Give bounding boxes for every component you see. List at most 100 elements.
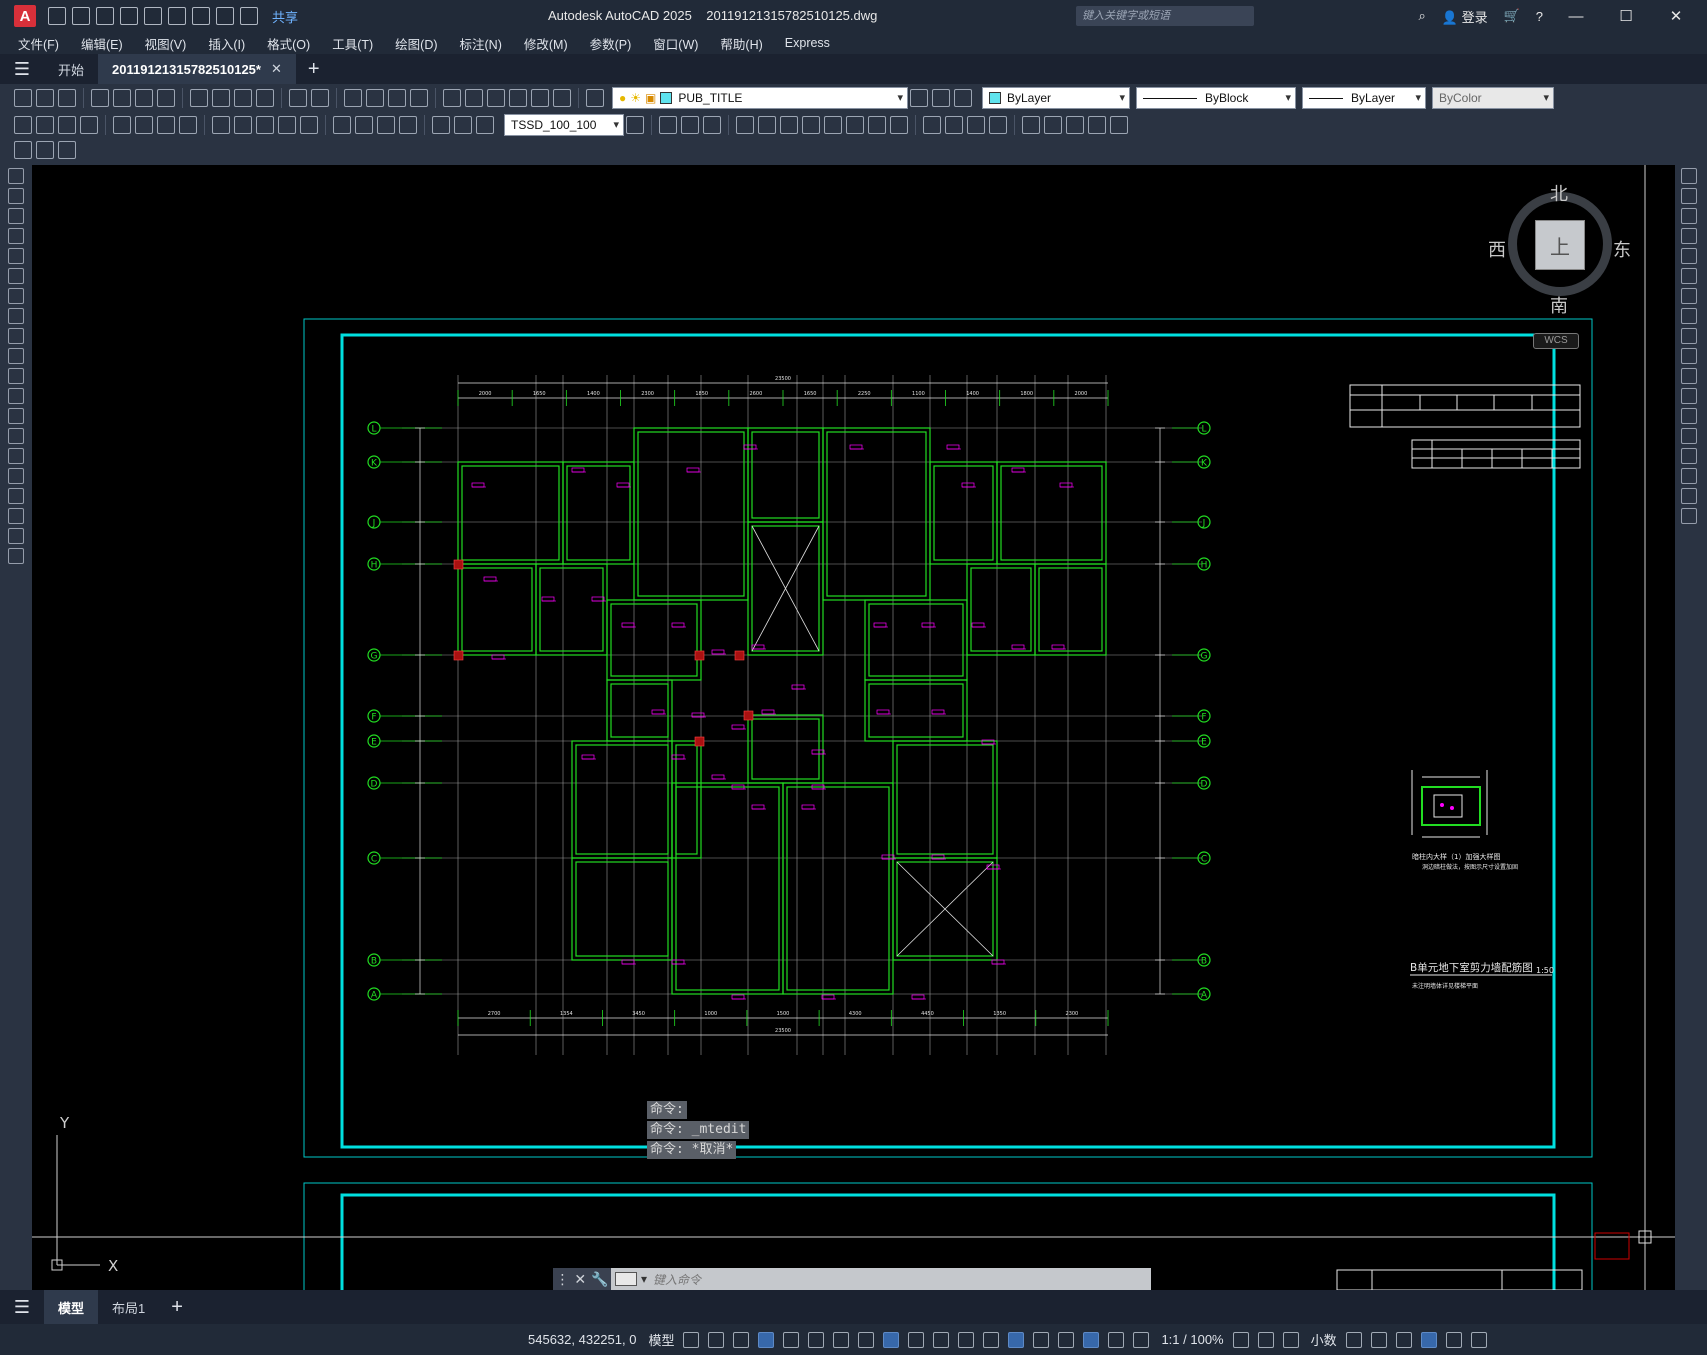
undo-icon[interactable] [216, 7, 234, 25]
zoom-realtime-icon[interactable] [366, 89, 384, 107]
properties-icon[interactable] [443, 89, 461, 107]
menu-icon[interactable]: ☰ [0, 59, 44, 80]
thicken-icon[interactable] [868, 116, 886, 134]
point-icon[interactable] [8, 428, 24, 444]
command-input[interactable]: 键入命令 [653, 1271, 701, 1288]
transparency-icon[interactable] [933, 1331, 950, 1348]
continue-dimension-icon[interactable] [256, 116, 274, 134]
new-tab-button[interactable]: + [308, 58, 320, 81]
model-space-toggle[interactable]: 模型 [648, 1330, 674, 1349]
block-attribute-icon[interactable] [36, 141, 54, 159]
publish-icon[interactable] [135, 89, 153, 107]
annotation-visibility-icon[interactable] [1083, 1331, 1100, 1348]
tab-document[interactable]: 20119121315782510125* ✕ [98, 54, 296, 84]
offset-icon[interactable] [1681, 228, 1697, 244]
diameter-dimension-icon[interactable] [157, 116, 175, 134]
shell-icon[interactable] [923, 116, 941, 134]
lock-ui-icon[interactable] [1370, 1331, 1387, 1348]
customize-wrench-icon[interactable]: 🔧 [591, 1271, 608, 1288]
baseline-dimension-icon[interactable] [234, 116, 252, 134]
menu-edit[interactable]: 编辑(E) [81, 34, 123, 53]
copy-faces-icon[interactable] [1044, 116, 1062, 134]
viewcube[interactable]: 上 北 南 西 东 [1488, 180, 1631, 316]
new-icon[interactable] [14, 89, 32, 107]
layer-dropdown[interactable]: ● ☀ ▣ PUB_TITLE [612, 87, 908, 109]
dimension-space-icon[interactable] [278, 116, 296, 134]
attribute-manager-icon[interactable] [58, 141, 76, 159]
layout-menu-icon[interactable]: ☰ [0, 1297, 44, 1318]
gradient-icon[interactable] [8, 468, 24, 484]
construction-line-icon[interactable] [8, 188, 24, 204]
fillet-edge-icon[interactable] [945, 116, 963, 134]
cylinder-icon[interactable] [681, 116, 699, 134]
open-file-icon[interactable] [72, 7, 90, 25]
sheet-set-icon[interactable] [509, 89, 527, 107]
object-snap-tracking-icon[interactable] [858, 1331, 875, 1348]
compass-south[interactable]: 南 [1550, 292, 1568, 318]
wcs-menu-button[interactable]: WCS [1533, 333, 1579, 349]
minimize-button[interactable]: — [1559, 8, 1593, 25]
3d-osnap-icon[interactable] [983, 1331, 1000, 1348]
dimension-update-icon[interactable] [476, 116, 494, 134]
command-prompt-icon[interactable] [615, 1272, 637, 1286]
ortho-icon[interactable] [783, 1331, 800, 1348]
share-button[interactable]: 共享 [272, 7, 298, 26]
save-icon[interactable] [58, 89, 76, 107]
sweep-icon[interactable] [780, 116, 798, 134]
dimension-text-edit-icon[interactable] [454, 116, 472, 134]
render-icon[interactable] [1110, 116, 1128, 134]
publish-icon[interactable] [144, 7, 162, 25]
annotation-scale-icon[interactable] [1133, 1331, 1150, 1348]
compass-west[interactable]: 西 [1488, 236, 1506, 262]
autocad-logo-icon[interactable]: A [14, 5, 36, 27]
extend-icon[interactable] [1681, 368, 1697, 384]
arc-icon[interactable] [8, 268, 24, 284]
linetype-dropdown[interactable]: ByBlock [1136, 87, 1296, 109]
zoom-window-icon[interactable] [388, 89, 406, 107]
revision-cloud-icon[interactable] [8, 308, 24, 324]
new-file-icon[interactable] [48, 7, 66, 25]
3d-print-icon[interactable] [157, 89, 175, 107]
layer-previous-icon[interactable] [932, 89, 950, 107]
compass-east[interactable]: 东 [1613, 236, 1631, 262]
polygon-icon[interactable] [8, 228, 24, 244]
units-dropdown[interactable]: 小数 [1311, 1330, 1337, 1349]
plotstyle-dropdown[interactable]: ByColor [1432, 87, 1554, 109]
paste-icon[interactable] [234, 89, 252, 107]
dimension-style-icon[interactable] [626, 116, 644, 134]
blend-curves-icon[interactable] [1681, 488, 1697, 504]
color-dropdown[interactable]: ByLayer [982, 87, 1130, 109]
flatshot-icon[interactable] [1088, 116, 1106, 134]
dimension-break-icon[interactable] [300, 116, 318, 134]
insert-block-icon[interactable] [8, 388, 24, 404]
isolate-objects-icon[interactable] [1395, 1331, 1412, 1348]
erase-icon[interactable] [1681, 168, 1697, 184]
print-icon[interactable] [192, 7, 210, 25]
dimension-edit-icon[interactable] [432, 116, 450, 134]
break-icon[interactable] [1681, 408, 1697, 424]
union-icon[interactable] [703, 116, 721, 134]
pan-icon[interactable] [344, 89, 362, 107]
presspull-icon[interactable] [758, 116, 776, 134]
trim-icon[interactable] [1681, 348, 1697, 364]
menu-view[interactable]: 视图(V) [145, 34, 187, 53]
rotate-icon[interactable] [1681, 288, 1697, 304]
mirror-icon[interactable] [1681, 208, 1697, 224]
grip-handle-icon[interactable]: ⋮ [555, 1271, 569, 1288]
chamfer-edge-icon[interactable] [967, 116, 985, 134]
menu-format[interactable]: 格式(O) [267, 34, 310, 53]
add-layout-button[interactable]: + [171, 1296, 183, 1319]
lineweight-dropdown[interactable]: ByLayer [1302, 87, 1426, 109]
region-icon[interactable] [8, 488, 24, 504]
add-selected-icon[interactable] [8, 548, 24, 564]
close-window-button[interactable]: ✕ [1659, 7, 1693, 25]
spline-icon[interactable] [8, 328, 24, 344]
copy-icon[interactable] [1681, 188, 1697, 204]
quick-properties-icon[interactable] [1345, 1331, 1362, 1348]
layer-states-icon[interactable] [954, 89, 972, 107]
command-line[interactable]: ⋮ ✕ 🔧 ▾ 键入命令 [553, 1268, 1151, 1290]
menu-window[interactable]: 窗口(W) [653, 34, 698, 53]
object-snap-icon[interactable] [883, 1331, 900, 1348]
layer-properties-icon[interactable] [586, 89, 604, 107]
tolerance-icon[interactable] [333, 116, 351, 134]
